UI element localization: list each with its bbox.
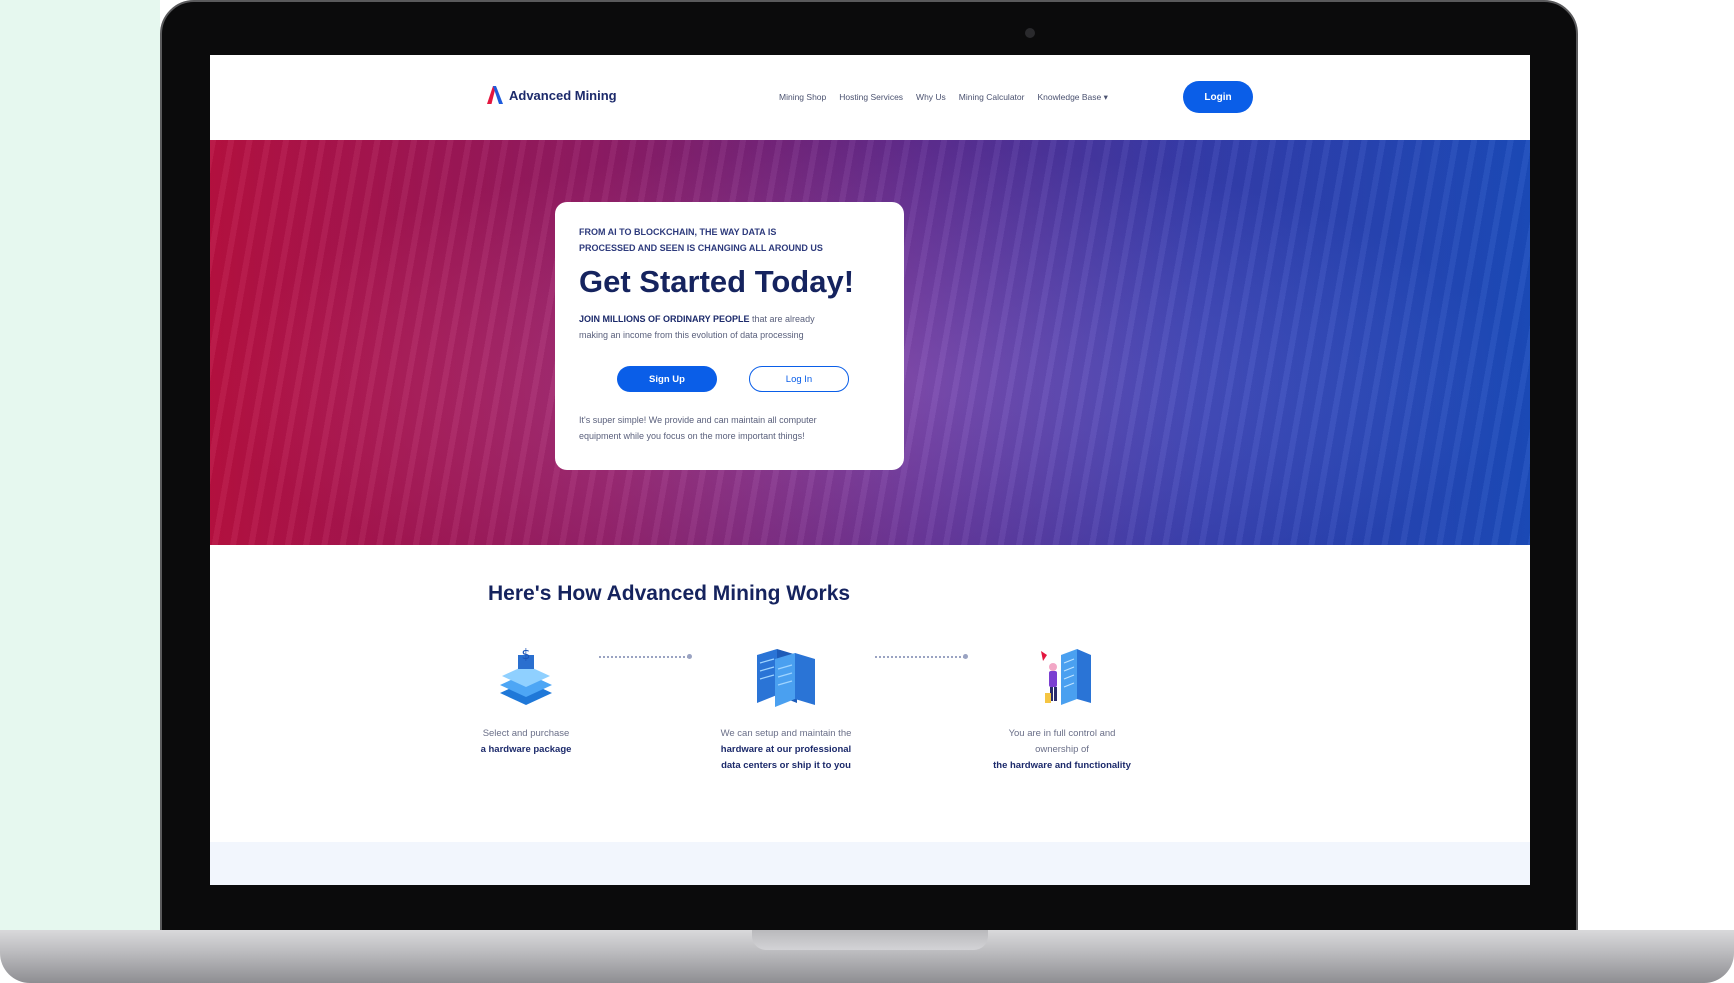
server-rack-icon — [757, 649, 815, 707]
step-3-text: You are in full control and ownership of… — [952, 726, 1172, 774]
next-section-band — [210, 842, 1530, 885]
nav-links: Mining Shop Hosting Services Why Us Mini… — [779, 92, 1108, 103]
top-nav: Advanced Mining Mining Shop Hosting Serv… — [210, 55, 1530, 140]
hero-title: Get Started Today! — [579, 264, 855, 299]
step-2-text: We can setup and maintain the hardware a… — [676, 726, 896, 774]
nav-knowledge-base[interactable]: Knowledge Base ▾ — [1037, 92, 1107, 103]
nav-mining-calculator[interactable]: Mining Calculator — [959, 92, 1025, 103]
hero-kicker: FROM AI TO BLOCKCHAIN, THE WAY DATA IS P… — [579, 224, 882, 256]
how-title: Here's How Advanced Mining Works — [488, 582, 851, 605]
hero-footnote: It's super simple! We provide and can ma… — [579, 412, 882, 444]
hero-kicker-line2: PROCESSED AND SEEN IS CHANGING ALL AROUN… — [579, 243, 823, 253]
hero-body-bold: JOIN MILLIONS OF ORDINARY PEOPLE — [579, 314, 750, 324]
svg-text:$: $ — [522, 647, 531, 663]
step-3-line1: You are in full control and — [1008, 728, 1116, 739]
hero-buttons: Sign Up Log In — [617, 366, 882, 392]
laptop-notch — [752, 930, 988, 950]
step-2-line1: We can setup and maintain the — [720, 728, 852, 739]
hero-foot-line2: equipment while you focus on the more im… — [579, 431, 805, 441]
step-2-bold1: hardware at our professional — [720, 744, 852, 755]
logo-icon — [487, 86, 503, 104]
background-panel — [0, 0, 160, 935]
camera-icon — [1025, 28, 1035, 38]
signup-button[interactable]: Sign Up — [617, 366, 717, 392]
browser-screen: Advanced Mining Mining Shop Hosting Serv… — [210, 55, 1530, 885]
nav-knowledge-base-label: Knowledge Base — [1037, 92, 1102, 102]
brand-name: Advanced Mining — [509, 87, 617, 103]
login-button[interactable]: Login — [1183, 81, 1253, 113]
step-3: You are in full control and ownership of… — [952, 645, 1172, 774]
nav-hosting-services[interactable]: Hosting Services — [839, 92, 903, 103]
nav-why-us[interactable]: Why Us — [916, 92, 946, 103]
step-2: We can setup and maintain the hardware a… — [676, 645, 896, 774]
step-3-line2: ownership of — [1035, 744, 1089, 755]
hero-kicker-line1: FROM AI TO BLOCKCHAIN, THE WAY DATA IS — [579, 227, 777, 237]
hero-login-button[interactable]: Log In — [749, 366, 849, 392]
hero-foot-line1: It's super simple! We provide and can ma… — [579, 415, 817, 425]
hero-banner: FROM AI TO BLOCKCHAIN, THE WAY DATA IS P… — [210, 140, 1530, 545]
brand-logo[interactable]: Advanced Mining — [487, 86, 617, 104]
hero-body-line2: making an income from this evolution of … — [579, 330, 804, 340]
hardware-stack-icon: $ — [500, 647, 552, 705]
step-1-bold: a hardware package — [480, 744, 572, 755]
step-1-line1: Select and purchase — [482, 728, 570, 739]
nav-mining-shop[interactable]: Mining Shop — [779, 92, 826, 103]
step-1-text: Select and purchase a hardware package — [416, 726, 636, 758]
caret-down-icon: ▾ — [1101, 92, 1108, 102]
step-2-bold2: data centers or ship it to you — [721, 760, 851, 771]
user-server-icon — [1041, 649, 1091, 705]
step-3-bold: the hardware and functionality — [993, 760, 1131, 771]
hero-card: FROM AI TO BLOCKCHAIN, THE WAY DATA IS P… — [555, 202, 904, 470]
hero-body: JOIN MILLIONS OF ORDINARY PEOPLE that ar… — [579, 311, 882, 343]
hero-body-rest: that are already — [749, 314, 815, 324]
